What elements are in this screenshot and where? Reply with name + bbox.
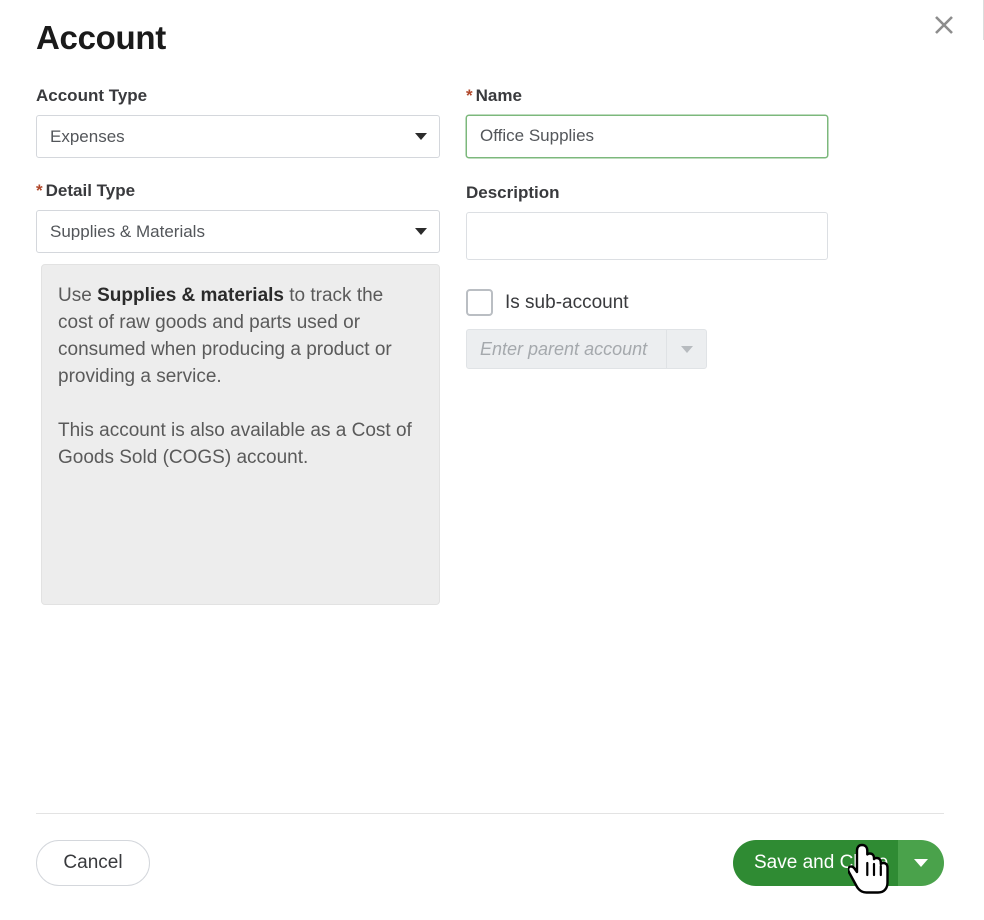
save-options-dropdown-button[interactable] [898, 840, 944, 886]
name-input[interactable] [466, 115, 828, 158]
close-dialog-button[interactable] [922, 3, 966, 47]
required-asterisk: * [466, 86, 473, 105]
required-asterisk: * [36, 181, 43, 200]
chevron-down-icon [681, 346, 693, 353]
save-and-close-group: Save and Close [733, 840, 944, 886]
name-label: *Name [466, 85, 828, 108]
chevron-down-icon [415, 133, 427, 140]
info-p1-bold: Supplies & materials [97, 285, 284, 306]
description-textarea[interactable] [466, 212, 828, 260]
info-p1-prefix: Use [58, 285, 97, 306]
save-and-close-button[interactable]: Save and Close [733, 840, 898, 886]
description-label: Description [466, 182, 828, 205]
detail-type-info-panel: Use Supplies & materials to track the co… [41, 264, 440, 605]
account-type-select[interactable]: Expenses [36, 115, 440, 158]
is-sub-account-label: Is sub-account [505, 293, 629, 312]
parent-account-separator [666, 330, 667, 368]
detail-type-select[interactable]: Supplies & Materials [36, 210, 440, 253]
detail-type-label: *Detail Type [36, 180, 440, 203]
account-dialog: Account Account Type Expenses *Detail Ty… [0, 0, 984, 920]
page-title: Account [36, 18, 166, 58]
close-x-icon [929, 10, 959, 40]
is-sub-account-checkbox[interactable] [466, 289, 493, 316]
chevron-down-icon [415, 228, 427, 235]
parent-account-placeholder: Enter parent account [480, 340, 647, 358]
account-type-value: Expenses [50, 128, 125, 145]
footer-divider [36, 813, 944, 814]
detail-type-value: Supplies & Materials [50, 223, 205, 240]
info-paragraph-2: This account is also available as a Cost… [58, 417, 423, 471]
right-column: *Name Description Is sub-account Enter p… [466, 85, 828, 369]
left-column: Account Type Expenses *Detail Type Suppl… [36, 85, 440, 253]
cancel-button[interactable]: Cancel [36, 840, 150, 886]
chevron-down-icon [914, 859, 928, 867]
info-paragraph-1: Use Supplies & materials to track the co… [58, 282, 423, 390]
account-type-label: Account Type [36, 85, 440, 108]
parent-account-select[interactable]: Enter parent account [466, 329, 707, 369]
is-sub-account-row: Is sub-account [466, 289, 828, 316]
